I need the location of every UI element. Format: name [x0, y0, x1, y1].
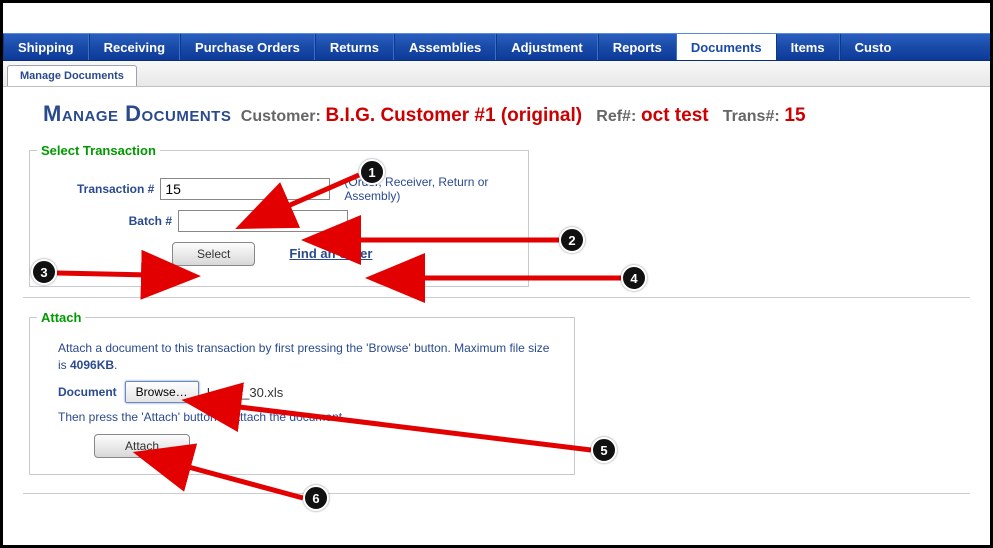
document-label: Document	[58, 385, 117, 399]
select-button[interactable]: Select	[172, 242, 255, 266]
trans-value: 15	[784, 105, 805, 126]
annotation-marker-6: 6	[303, 485, 329, 511]
page-header: Manage Documents Customer: B.I.G. Custom…	[3, 87, 990, 135]
nav-documents[interactable]: Documents	[677, 34, 776, 60]
customer-value: B.I.G. Customer #1 (original)	[326, 105, 583, 126]
attach-instruction-1: Attach a document to this transaction by…	[58, 340, 556, 374]
tab-manage-documents[interactable]: Manage Documents	[7, 65, 137, 86]
nav-returns[interactable]: Returns	[315, 34, 394, 60]
attach-instr-text-a: Attach a document to this transaction by…	[58, 341, 549, 372]
nav-assemblies[interactable]: Assemblies	[394, 34, 496, 60]
browse-button[interactable]: Browse…	[125, 381, 199, 403]
footer-divider	[23, 493, 970, 494]
ref-value: oct test	[641, 105, 709, 126]
attach-max-size: 4096KB	[70, 358, 114, 372]
nav-purchase-orders[interactable]: Purchase Orders	[180, 34, 315, 60]
page-title: Manage Documents	[43, 101, 231, 126]
transaction-number-input[interactable]	[160, 178, 330, 200]
annotation-marker-5: 5	[591, 437, 617, 463]
selected-filename: Loc_3_30.xls	[207, 385, 284, 400]
main-nav: Shipping Receiving Purchase Orders Retur…	[3, 33, 990, 61]
annotation-marker-2: 2	[559, 227, 585, 253]
annotation-marker-1: 1	[359, 159, 385, 185]
nav-receiving[interactable]: Receiving	[89, 34, 180, 60]
batch-number-input[interactable]	[178, 210, 348, 232]
nav-adjustment[interactable]: Adjustment	[496, 34, 598, 60]
batch-number-label: Batch #	[64, 214, 172, 228]
ref-label: Ref#:	[596, 108, 636, 125]
customer-label: Customer:	[241, 108, 321, 125]
attach-instruction-2: Then press the 'Attach' button to attach…	[58, 409, 556, 426]
annotation-marker-3: 3	[31, 259, 57, 285]
trans-label: Trans#:	[723, 108, 780, 125]
attach-legend: Attach	[37, 310, 85, 325]
nav-items[interactable]: Items	[776, 34, 840, 60]
attach-instr-text-c: .	[114, 358, 117, 372]
select-transaction-panel: Transaction # (Order, Receiver, Return o…	[29, 150, 529, 287]
nav-shipping[interactable]: Shipping	[3, 34, 89, 60]
attach-panel: Attach a document to this transaction by…	[29, 317, 575, 475]
transaction-number-label: Transaction #	[64, 182, 154, 196]
nav-reports[interactable]: Reports	[598, 34, 677, 60]
divider	[23, 297, 970, 298]
attach-button[interactable]: Attach	[94, 434, 190, 458]
subtab-bar: Manage Documents	[3, 61, 990, 87]
annotation-marker-4: 4	[621, 265, 647, 291]
select-transaction-legend: Select Transaction	[37, 143, 160, 158]
find-order-link[interactable]: Find an order	[289, 246, 372, 261]
nav-customers[interactable]: Custo	[840, 34, 906, 60]
